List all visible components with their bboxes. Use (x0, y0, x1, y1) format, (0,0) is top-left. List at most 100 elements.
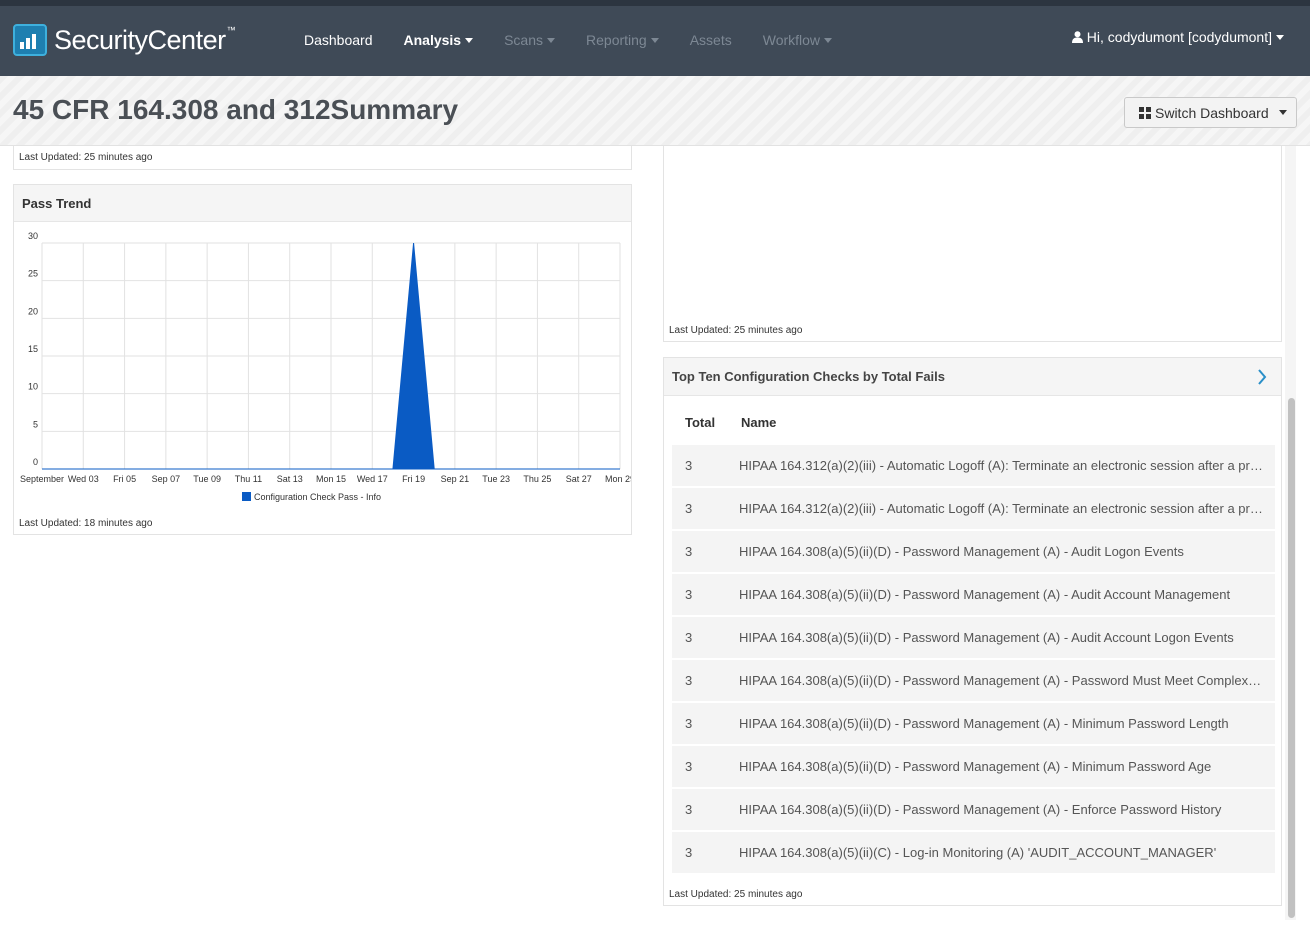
last-updated: Last Updated: 18 minutes ago (19, 518, 153, 529)
top-navigation-bar: SecurityCenter ™ Dashboard Analysis Scans Re… (0, 0, 1310, 76)
row-name: HIPAA 164.308(a)(5)(ii)(D) - Password Ma… (739, 630, 1234, 645)
chevron-down-icon (547, 37, 556, 43)
nav-item-label: Workflow (762, 32, 821, 48)
nav-item-label: Scans (504, 32, 544, 48)
row-total: 3 (685, 544, 693, 559)
table-row[interactable]: 3 HIPAA 164.308(a)(5)(ii)(D) - Password M… (672, 617, 1275, 659)
chevron-right-icon[interactable] (1257, 369, 1267, 385)
top-right-panel: Last Updated: 25 minutes ago (663, 146, 1282, 342)
nav-item-workflow[interactable]: Workflow (762, 32, 833, 48)
chevron-down-icon (465, 37, 474, 43)
table-row[interactable]: 3 HIPAA 164.308(a)(5)(ii)(C) - Log-in Mon… (672, 832, 1275, 874)
x-tick-label: Sat 13 (277, 474, 303, 484)
row-total: 3 (685, 716, 693, 731)
user-menu[interactable]: Hi, codydumont [codydumont] (1071, 29, 1284, 45)
nav-item-scans[interactable]: Scans (504, 32, 556, 48)
row-name: HIPAA 164.308(a)(5)(ii)(D) - Password Ma… (739, 759, 1212, 774)
top-ten-panel: Top Ten Configuration Checks by Total Fa… (663, 357, 1282, 906)
nav-item-label: Assets (689, 32, 732, 48)
column-name[interactable]: Name (741, 415, 776, 430)
row-total: 3 (685, 630, 693, 645)
legend-label: Configuration Check Pass - Info (254, 492, 381, 502)
table-header: Total Name (672, 398, 776, 446)
table-row[interactable]: 3 HIPAA 164.308(a)(5)(ii)(D) - Password M… (672, 789, 1275, 831)
row-name: HIPAA 164.312(a)(2)(iii) - Automatic Log… (739, 458, 1263, 473)
last-updated: Last Updated: 25 minutes ago (19, 152, 153, 163)
app-logo[interactable]: SecurityCenter ™ (13, 24, 236, 56)
row-total: 3 (685, 802, 693, 817)
chevron-down-icon (824, 37, 833, 43)
x-tick-label: Wed 17 (357, 474, 388, 484)
nav-item-dashboard[interactable]: Dashboard (304, 32, 373, 48)
pass-trend-title: Pass Trend (22, 195, 92, 211)
table-row[interactable]: 3 HIPAA 164.308(a)(5)(ii)(D) - Password M… (672, 703, 1275, 745)
chevron-down-icon (1276, 34, 1284, 40)
row-name: HIPAA 164.308(a)(5)(ii)(D) - Password Ma… (739, 673, 1263, 688)
row-total: 3 (685, 587, 693, 602)
pass-trend-panel: Pass Trend 0 5 10 15 20 25 30 September Wed 03 Fr… (13, 184, 632, 535)
grid-icon (1139, 106, 1151, 119)
x-tick-label: Sep 07 (152, 474, 181, 484)
y-tick-label: 15 (28, 344, 38, 354)
row-total: 3 (685, 673, 693, 688)
main-nav: Dashboard Analysis Scans Reporting Assets Wor… (304, 32, 863, 48)
row-name: HIPAA 164.308(a)(5)(ii)(D) - Password Ma… (739, 716, 1229, 731)
nav-item-analysis[interactable]: Analysis (404, 32, 474, 48)
row-name: HIPAA 164.308(a)(5)(ii)(D) - Password Ma… (739, 544, 1184, 559)
row-name: HIPAA 164.308(a)(5)(ii)(D) - Password Ma… (739, 587, 1231, 602)
table-row[interactable]: 3 HIPAA 164.308(a)(5)(ii)(D) - Password M… (672, 660, 1275, 702)
last-updated: Last Updated: 25 minutes ago (669, 325, 803, 336)
nav-item-reporting[interactable]: Reporting (586, 32, 659, 48)
y-tick-label: 20 (28, 306, 38, 316)
column-total[interactable]: Total (672, 415, 741, 430)
page-scrollbar-thumb[interactable] (1288, 398, 1295, 918)
x-tick-label: Sep 21 (441, 474, 470, 484)
table-row[interactable]: 3 HIPAA 164.308(a)(5)(ii)(D) - Password M… (672, 574, 1275, 616)
x-tick-label: Sat 27 (566, 474, 592, 484)
row-name: HIPAA 164.308(a)(5)(ii)(D) - Password Ma… (739, 802, 1222, 817)
nav-item-label: Analysis (403, 32, 462, 48)
pass-trend-chart: 0 5 10 15 20 25 30 September Wed 03 Fri 05 Sep 07 T… (20, 231, 631, 502)
chevron-down-icon (650, 37, 659, 43)
table-row[interactable]: 3 HIPAA 164.308(a)(5)(ii)(D) - Password M… (672, 531, 1275, 573)
table-row[interactable]: 3 HIPAA 164.308(a)(5)(ii)(D) - Password M… (672, 746, 1275, 788)
app-name: SecurityCenter (54, 24, 226, 55)
page-header: 45 CFR 164.308 and 312Summary Switch Das… (0, 76, 1310, 146)
y-tick-label: 0 (33, 457, 38, 467)
x-tick-label: Tue 23 (482, 474, 510, 484)
nav-item-assets[interactable]: Assets (690, 32, 732, 48)
row-name: HIPAA 164.312(a)(2)(iii) - Automatic Log… (739, 501, 1263, 516)
row-total: 3 (685, 458, 693, 473)
user-greeting: Hi, codydumont [codydumont] (1086, 29, 1272, 45)
x-tick-label: Mon 29 (605, 474, 631, 484)
y-tick-label: 25 (28, 269, 38, 279)
row-name: HIPAA 164.308(a)(5)(ii)(C) - Log-in Moni… (739, 845, 1217, 860)
page-title: 45 CFR 164.308 and 312Summary (13, 94, 459, 125)
top-left-panel: Last Updated: 25 minutes ago (13, 146, 632, 170)
switch-dashboard-label: Switch Dashboard (1155, 104, 1269, 121)
x-tick-label: Mon 15 (316, 474, 346, 484)
x-tick-label: Thu 11 (235, 474, 262, 484)
y-tick-label: 30 (28, 231, 38, 241)
table-row[interactable]: 3 HIPAA 164.312(a)(2)(iii) - Automatic Lo… (672, 488, 1275, 530)
y-tick-label: 5 (33, 419, 38, 429)
x-tick-label: Thu 25 (523, 474, 551, 484)
panel-header: Top Ten Configuration Checks by Total Fa… (664, 358, 1281, 396)
row-total: 3 (685, 759, 693, 774)
x-tick-label: Fri 19 (402, 474, 425, 484)
switch-dashboard-button[interactable]: Switch Dashboard (1124, 97, 1297, 128)
chevron-down-icon (1278, 110, 1287, 115)
panel-title: Pass Trend (14, 185, 631, 222)
y-tick-label: 10 (28, 382, 38, 392)
legend-swatch (242, 492, 251, 501)
nav-item-label: Dashboard (304, 32, 373, 48)
table-row[interactable]: 3 HIPAA 164.312(a)(2)(iii) - Automatic Lo… (672, 445, 1275, 487)
top-ten-title: Top Ten Configuration Checks by Total Fa… (672, 369, 946, 384)
trademark-mark: ™ (226, 25, 236, 35)
last-updated: Last Updated: 25 minutes ago (669, 889, 803, 900)
x-tick-label: Fri 05 (113, 474, 136, 484)
x-tick-label: September (20, 474, 64, 484)
row-total: 3 (685, 501, 693, 516)
x-tick-label: Wed 03 (68, 474, 99, 484)
x-tick-label: Tue 09 (193, 474, 221, 484)
